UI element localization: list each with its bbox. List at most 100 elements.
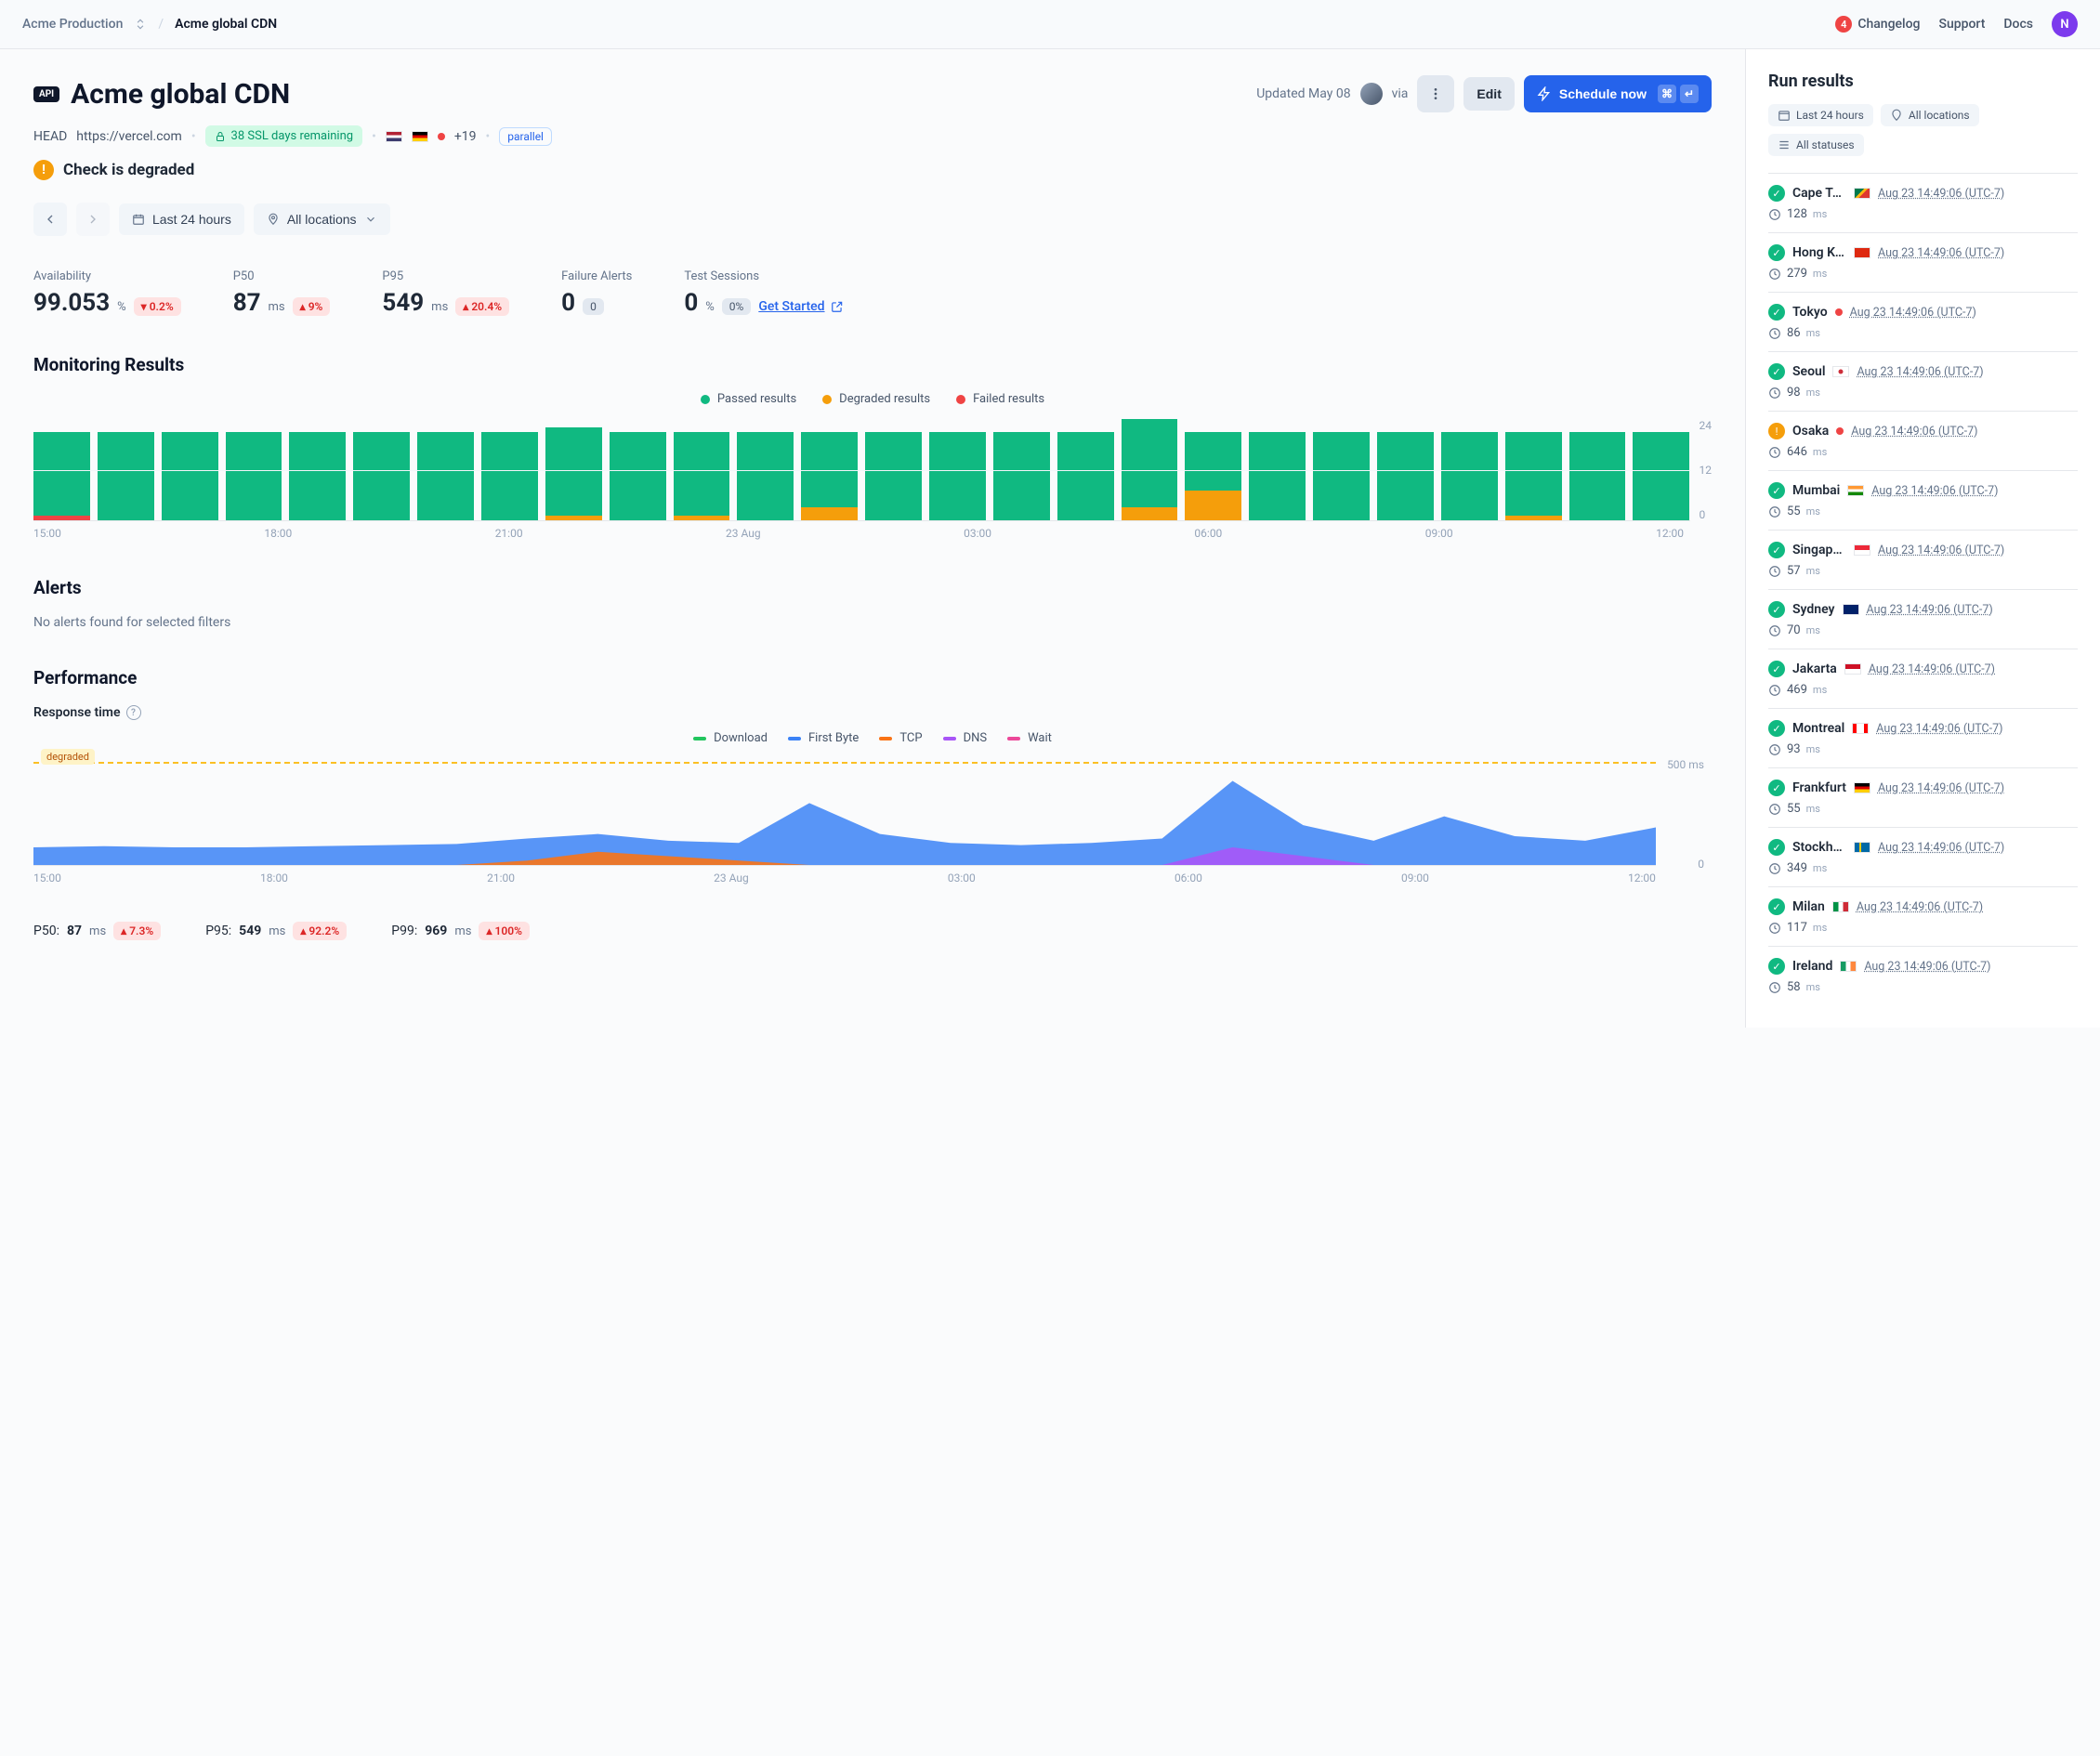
run-city: Ireland [1792,959,1832,974]
run-item[interactable]: ✓ Mumbai Aug 23 14:49:06 (UTC-7) 55ms [1768,470,2078,530]
delta-badge: ▴ 9% [293,297,331,316]
chart-bar[interactable] [1313,419,1370,520]
chart-bar[interactable] [162,419,218,520]
flag-in-icon [1847,485,1864,496]
chart-bar[interactable] [610,419,666,520]
run-timestamp[interactable]: Aug 23 14:49:06 (UTC-7) [1871,484,1998,498]
run-timestamp[interactable]: Aug 23 14:49:06 (UTC-7) [1878,781,2004,795]
run-timestamp[interactable]: Aug 23 14:49:06 (UTC-7) [1878,187,2004,201]
chart-bar[interactable] [289,419,346,520]
info-icon[interactable]: ? [126,705,141,720]
chart-bar[interactable] [801,419,858,520]
breadcrumb-project[interactable]: Acme Production [22,17,123,32]
run-timestamp[interactable]: Aug 23 14:49:06 (UTC-7) [1867,603,1993,617]
flag-de-icon [412,131,428,142]
chart-bar[interactable] [1505,419,1562,520]
chip-statuses[interactable]: All statuses [1768,134,1864,156]
run-item[interactable]: ✓ Seoul Aug 23 14:49:06 (UTC-7) 98ms [1768,351,2078,411]
run-item[interactable]: ✓ Milan Aug 23 14:49:06 (UTC-7) 117ms [1768,886,2078,946]
run-timestamp[interactable]: Aug 23 14:49:06 (UTC-7) [1864,960,1990,974]
chart-bar[interactable] [1569,419,1626,520]
run-city: Singapore [1792,543,1846,557]
run-item[interactable]: ✓ Cape Town Aug 23 14:49:06 (UTC-7) 128m… [1768,173,2078,232]
run-item[interactable]: ✓ Hong Kong Aug 23 14:49:06 (UTC-7) 279m… [1768,232,2078,292]
changelog-badge: 4 [1835,16,1852,33]
chart-bar[interactable] [1377,419,1434,520]
chip-locations[interactable]: All locations [1881,104,1979,126]
edit-button[interactable]: Edit [1463,77,1514,111]
schedule-button[interactable]: Schedule now ⌘ ↵ [1524,75,1712,112]
run-timestamp[interactable]: Aug 23 14:49:06 (UTC-7) [1878,246,2004,260]
run-item[interactable]: ✓ Jakarta Aug 23 14:49:06 (UTC-7) 469ms [1768,649,2078,708]
docs-link[interactable]: Docs [2003,17,2033,32]
performance-chart: 500 ms 0 degraded [33,754,1656,866]
chart-bar[interactable] [929,419,986,520]
monitoring-title: Monitoring Results [33,354,1712,375]
run-timestamp[interactable]: Aug 23 14:49:06 (UTC-7) [1857,900,1983,914]
check-icon: ✓ [1768,958,1785,975]
breadcrumb-separator: / [158,17,164,32]
user-avatar[interactable]: N [2052,11,2078,37]
check-icon: ✓ [1768,839,1785,856]
extra-locations[interactable]: +19 [454,129,477,144]
chart-bar[interactable] [993,419,1050,520]
run-timestamp[interactable]: Aug 23 14:49:06 (UTC-7) [1857,365,1983,379]
run-timestamp[interactable]: Aug 23 14:49:06 (UTC-7) [1850,306,1976,320]
run-timestamp[interactable]: Aug 23 14:49:06 (UTC-7) [1869,662,1995,676]
check-icon: ✓ [1768,601,1785,618]
run-timestamp[interactable]: Aug 23 14:49:06 (UTC-7) [1876,722,2002,736]
breadcrumb-current[interactable]: Acme global CDN [175,17,277,32]
get-started-link[interactable]: Get Started [758,299,843,314]
run-item[interactable]: ✓ Singapore Aug 23 14:49:06 (UTC-7) 57ms [1768,530,2078,589]
chart-bar[interactable] [674,419,730,520]
performance-legend: Download First Byte TCP DNS Wait [33,731,1712,745]
support-link[interactable]: Support [1938,17,1985,32]
run-timestamp[interactable]: Aug 23 14:49:06 (UTC-7) [1878,544,2004,557]
chart-bar[interactable] [353,419,410,520]
run-item[interactable]: ✓ Tokyo Aug 23 14:49:06 (UTC-7) 86ms [1768,292,2078,351]
clock-icon [1768,208,1781,221]
pin-icon [267,213,280,226]
chart-bar[interactable] [545,419,602,520]
changelog-link[interactable]: Changelog [1857,17,1920,32]
run-duration-value: 117 [1787,921,1807,935]
chart-bar[interactable] [1633,419,1689,520]
chart-bar[interactable] [33,419,90,520]
chart-bar[interactable] [1122,419,1178,520]
status-dot-icon [438,133,445,140]
chart-bar[interactable] [417,419,474,520]
delta-badge: ▾ 0.2% [134,297,181,316]
chart-bar[interactable] [737,419,794,520]
run-duration-value: 55 [1787,802,1801,816]
run-timestamp[interactable]: Aug 23 14:49:06 (UTC-7) [1878,841,2004,855]
check-url[interactable]: https://vercel.com [76,129,182,144]
run-item[interactable]: ✓ Sydney Aug 23 14:49:06 (UTC-7) 70ms [1768,589,2078,649]
chevron-updown-icon[interactable] [134,18,147,31]
prev-button[interactable] [33,203,67,236]
chart-bar[interactable] [226,419,282,520]
chart-bar[interactable] [1057,419,1114,520]
more-button[interactable] [1417,75,1454,112]
chart-bar[interactable] [1185,419,1241,520]
run-item[interactable]: ✓ Stockholm Aug 23 14:49:06 (UTC-7) 349m… [1768,827,2078,886]
chevron-right-icon [85,212,100,227]
chart-bar[interactable] [481,419,538,520]
chart-bar[interactable] [1441,419,1498,520]
calendar-icon [1778,109,1791,122]
chart-bar[interactable] [98,419,154,520]
chart-bar[interactable] [865,419,922,520]
run-timestamp[interactable]: Aug 23 14:49:06 (UTC-7) [1851,425,1977,439]
time-filter[interactable]: Last 24 hours [119,203,244,235]
run-item[interactable]: ✓ Ireland Aug 23 14:49:06 (UTC-7) 58ms [1768,946,2078,1005]
pin-icon [1890,109,1903,122]
location-filter[interactable]: All locations [254,203,390,235]
run-item[interactable]: ✓ Frankfurt Aug 23 14:49:06 (UTC-7) 55ms [1768,767,2078,827]
chip-time[interactable]: Last 24 hours [1768,104,1873,126]
clock-icon [1768,446,1781,459]
dots-vertical-icon [1428,86,1443,101]
run-item[interactable]: ✓ Montreal Aug 23 14:49:06 (UTC-7) 93ms [1768,708,2078,767]
author-avatar[interactable] [1360,83,1383,105]
run-item[interactable]: ! Osaka Aug 23 14:49:06 (UTC-7) 646ms [1768,411,2078,470]
next-button[interactable] [76,203,110,236]
chart-bar[interactable] [1249,419,1306,520]
